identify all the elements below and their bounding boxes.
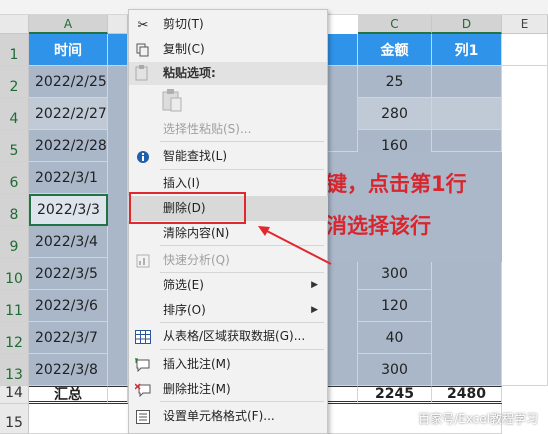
active-cell[interactable]: 2022/3/3 (29, 194, 108, 226)
total-cell[interactable] (108, 386, 128, 404)
copy-icon (134, 41, 152, 59)
table-icon (134, 328, 152, 346)
column-header-b[interactable] (108, 15, 128, 34)
menu-separator (160, 349, 324, 350)
paste-options-header: 粘贴选项: (129, 62, 327, 85)
row-header[interactable]: 1 (0, 34, 29, 66)
menu-item-smart-lookup[interactable]: 智能查找(L) (128, 144, 328, 169)
row-header[interactable]: 12 (0, 322, 29, 354)
column-e-cell[interactable] (502, 34, 548, 66)
paste-clipboard-icon[interactable] (160, 88, 186, 114)
format-cells-icon (134, 408, 152, 426)
column-b-cells-right[interactable] (328, 66, 358, 152)
date-cell[interactable]: 2022/2/25 (29, 66, 108, 98)
row-header[interactable]: 13 (0, 354, 29, 386)
row-header[interactable]: 10 (0, 258, 29, 290)
date-cell[interactable]: 2022/3/6 (29, 290, 108, 322)
submenu-arrow-icon: ▶ (311, 280, 318, 290)
row-header[interactable]: 9 (0, 226, 29, 258)
delete-comment-icon (134, 381, 152, 399)
amount-cell[interactable]: 120 (358, 290, 432, 322)
header-cell-amount[interactable]: 金额 (358, 34, 432, 66)
header-cell-time[interactable]: 时间 (29, 34, 108, 66)
amount-cell[interactable]: 25 (358, 66, 432, 98)
row-header[interactable]: 14 (0, 385, 29, 404)
watermark: 百家号/Excel教程学习 (418, 412, 538, 426)
column-e-cells[interactable] (502, 66, 548, 386)
date-cell[interactable]: 2022/3/8 (29, 354, 108, 386)
total-amount[interactable]: 2245 (358, 386, 432, 404)
date-cell[interactable]: 2022/3/4 (29, 226, 108, 258)
column-header-d[interactable]: D (432, 15, 502, 34)
row-header[interactable]: 6 (0, 162, 29, 194)
date-cell[interactable]: 2022/3/7 (29, 322, 108, 354)
amount-cell[interactable]: 300 (358, 258, 432, 290)
total-cell[interactable] (328, 386, 358, 404)
menu-separator (160, 401, 324, 402)
instruction-annotation: 键，点击第1行 消选择该行 (326, 152, 502, 262)
row-header[interactable]: 15 (0, 404, 29, 434)
menu-item-format-cells[interactable]: 设置单元格格式(F)... (128, 404, 328, 429)
column-header-a[interactable]: A (29, 15, 108, 34)
amount-cell[interactable]: 280 (358, 98, 432, 130)
menu-separator (160, 169, 324, 170)
total-label[interactable]: 汇总 (29, 386, 108, 404)
menu-item-filter[interactable]: 筛选(E) ▶ (128, 273, 328, 298)
quick-analysis-icon (134, 252, 152, 270)
col1-cells[interactable] (432, 262, 502, 386)
date-cell[interactable]: 2022/2/28 (29, 130, 108, 162)
column-b-cells-right[interactable] (328, 262, 358, 386)
date-cell[interactable]: 2022/3/1 (29, 162, 108, 194)
menu-item-sort[interactable]: 排序(O) ▶ (128, 298, 328, 323)
date-cell[interactable]: 2022/3/5 (29, 258, 108, 290)
column-header-c[interactable]: C (358, 15, 432, 34)
paste-icon (135, 65, 149, 85)
header-cell[interactable] (108, 34, 128, 66)
annotation-arrow-icon (258, 226, 332, 265)
header-cell[interactable] (328, 34, 358, 66)
smart-lookup-icon (134, 148, 152, 166)
menu-item-cut[interactable]: ✂ 剪切(T) (128, 12, 328, 37)
row-header[interactable]: 2 (0, 66, 29, 98)
menu-item-paste-special[interactable]: 选择性粘贴(S)... (128, 117, 328, 142)
annotation-line-2: 消选择该行 (326, 214, 431, 238)
row-header[interactable]: 8 (0, 194, 29, 226)
menu-separator (160, 322, 324, 323)
menu-item-insert-comment[interactable]: 插入批注(M) (128, 352, 328, 377)
row-header[interactable]: 11 (0, 290, 29, 322)
column-b-cells[interactable] (108, 66, 128, 386)
col1-cell[interactable] (432, 66, 502, 98)
menu-separator (160, 141, 324, 142)
total-col1[interactable]: 2480 (432, 386, 502, 404)
amount-cell[interactable]: 40 (358, 322, 432, 354)
menu-item-delete-comment[interactable]: 删除批注(M) (128, 377, 328, 402)
menu-item-get-data[interactable]: 从表格/区域获取数据(G)... (128, 324, 328, 349)
scissors-icon: ✂ (137, 17, 149, 33)
select-all-corner[interactable] (0, 15, 29, 34)
submenu-arrow-icon: ▶ (311, 305, 318, 315)
delete-highlight-box (129, 192, 246, 224)
row-header[interactable]: 5 (0, 130, 29, 162)
col1-cell[interactable] (432, 130, 502, 152)
header-cell-col1[interactable]: 列1 (432, 34, 502, 66)
date-cell[interactable]: 2022/2/27 (29, 98, 108, 130)
amount-cell[interactable]: 300 (358, 354, 432, 386)
menu-item-copy[interactable]: 复制(C) (128, 37, 328, 62)
col1-cell[interactable] (432, 98, 502, 130)
insert-comment-icon (134, 356, 152, 374)
row-header[interactable]: 4 (0, 98, 29, 130)
annotation-line-1: 键，点击第1行 (326, 172, 467, 196)
column-header-e[interactable]: E (502, 15, 548, 34)
